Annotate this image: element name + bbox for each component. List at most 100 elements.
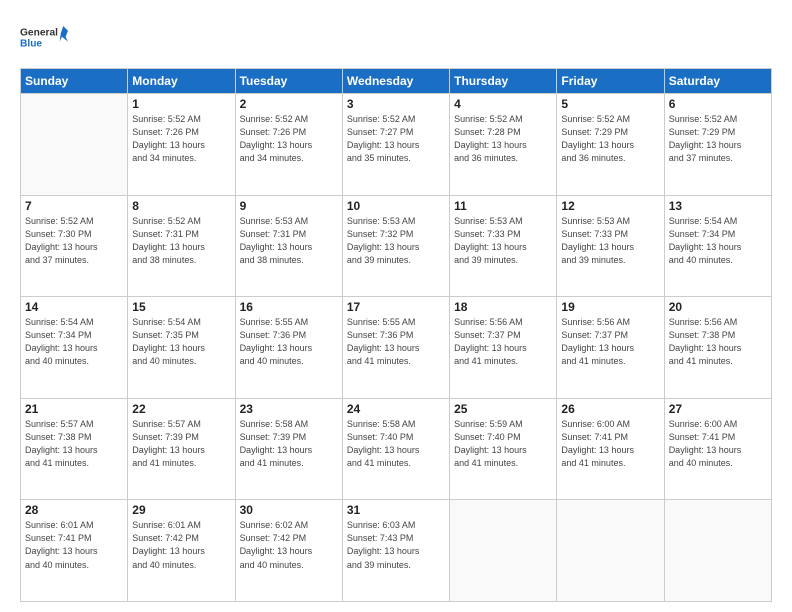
calendar-cell: 21 Sunrise: 5:57 AM Sunset: 7:38 PM Dayli… — [21, 398, 128, 500]
day-number: 28 — [25, 503, 123, 517]
day-number: 23 — [240, 402, 338, 416]
calendar-cell: 11 Sunrise: 5:53 AM Sunset: 7:33 PM Dayli… — [450, 195, 557, 297]
calendar-cell: 14 Sunrise: 5:54 AM Sunset: 7:34 PM Dayli… — [21, 297, 128, 399]
calendar-cell: 17 Sunrise: 5:55 AM Sunset: 7:36 PM Dayli… — [342, 297, 449, 399]
calendar-header-row: SundayMondayTuesdayWednesdayThursdayFrid… — [21, 69, 772, 94]
day-number: 13 — [669, 199, 767, 213]
calendar-cell: 2 Sunrise: 5:52 AM Sunset: 7:26 PM Daylig… — [235, 94, 342, 196]
weekday-header-monday: Monday — [128, 69, 235, 94]
day-number: 24 — [347, 402, 445, 416]
calendar-cell: 22 Sunrise: 5:57 AM Sunset: 7:39 PM Dayli… — [128, 398, 235, 500]
day-info: Sunrise: 5:56 AM Sunset: 7:37 PM Dayligh… — [454, 316, 552, 368]
calendar-cell: 31Sunrise: 6:03 AM Sunset: 7:43 PM Dayli… — [342, 500, 449, 602]
calendar-cell: 20 Sunrise: 5:56 AM Sunset: 7:38 PM Dayli… — [664, 297, 771, 399]
svg-text:Blue: Blue — [20, 38, 42, 49]
day-info: Sunrise: 5:53 AM Sunset: 7:33 PM Dayligh… — [454, 215, 552, 267]
calendar-cell: 23 Sunrise: 5:58 AM Sunset: 7:39 PM Dayli… — [235, 398, 342, 500]
day-info: Sunrise: 5:55 AM Sunset: 7:36 PM Dayligh… — [240, 316, 338, 368]
day-info: Sunrise: 5:52 AM Sunset: 7:26 PM Dayligh… — [240, 113, 338, 165]
day-info: Sunrise: 6:02 AM Sunset: 7:42 PM Dayligh… — [240, 519, 338, 571]
calendar-cell: 28Sunrise: 6:01 AM Sunset: 7:41 PM Dayli… — [21, 500, 128, 602]
day-number: 3 — [347, 97, 445, 111]
calendar-week-1: 1 Sunrise: 5:52 AM Sunset: 7:26 PM Daylig… — [21, 94, 772, 196]
calendar-week-3: 14 Sunrise: 5:54 AM Sunset: 7:34 PM Dayli… — [21, 297, 772, 399]
day-info: Sunrise: 5:57 AM Sunset: 7:39 PM Dayligh… — [132, 418, 230, 470]
calendar-cell: 12 Sunrise: 5:53 AM Sunset: 7:33 PM Dayli… — [557, 195, 664, 297]
day-info: Sunrise: 5:53 AM Sunset: 7:31 PM Dayligh… — [240, 215, 338, 267]
day-number: 18 — [454, 300, 552, 314]
logo-svg: General Blue — [20, 18, 68, 58]
day-number: 5 — [561, 97, 659, 111]
day-info: Sunrise: 5:54 AM Sunset: 7:35 PM Dayligh… — [132, 316, 230, 368]
day-info: Sunrise: 6:00 AM Sunset: 7:41 PM Dayligh… — [561, 418, 659, 470]
day-number: 30 — [240, 503, 338, 517]
day-number: 17 — [347, 300, 445, 314]
day-info: Sunrise: 5:54 AM Sunset: 7:34 PM Dayligh… — [669, 215, 767, 267]
calendar-cell — [21, 94, 128, 196]
day-number: 8 — [132, 199, 230, 213]
weekday-header-saturday: Saturday — [664, 69, 771, 94]
calendar-cell: 18 Sunrise: 5:56 AM Sunset: 7:37 PM Dayli… — [450, 297, 557, 399]
day-number: 2 — [240, 97, 338, 111]
calendar-cell: 19 Sunrise: 5:56 AM Sunset: 7:37 PM Dayli… — [557, 297, 664, 399]
header: General Blue — [20, 18, 772, 58]
calendar-cell: 8Sunrise: 5:52 AM Sunset: 7:31 PM Daylig… — [128, 195, 235, 297]
calendar-cell: 27 Sunrise: 6:00 AM Sunset: 7:41 PM Dayli… — [664, 398, 771, 500]
weekday-header-wednesday: Wednesday — [342, 69, 449, 94]
day-number: 21 — [25, 402, 123, 416]
calendar-cell: 26 Sunrise: 6:00 AM Sunset: 7:41 PM Dayli… — [557, 398, 664, 500]
calendar-cell: 9Sunrise: 5:53 AM Sunset: 7:31 PM Daylig… — [235, 195, 342, 297]
day-number: 26 — [561, 402, 659, 416]
day-number: 12 — [561, 199, 659, 213]
calendar-cell — [557, 500, 664, 602]
weekday-header-tuesday: Tuesday — [235, 69, 342, 94]
day-info: Sunrise: 5:54 AM Sunset: 7:34 PM Dayligh… — [25, 316, 123, 368]
page: General Blue SundayMondayTuesdayWednesda… — [0, 0, 792, 612]
day-info: Sunrise: 5:53 AM Sunset: 7:32 PM Dayligh… — [347, 215, 445, 267]
day-number: 29 — [132, 503, 230, 517]
day-number: 27 — [669, 402, 767, 416]
day-info: Sunrise: 5:53 AM Sunset: 7:33 PM Dayligh… — [561, 215, 659, 267]
day-number: 11 — [454, 199, 552, 213]
calendar-cell: 30 Sunrise: 6:02 AM Sunset: 7:42 PM Dayli… — [235, 500, 342, 602]
calendar-cell: 3 Sunrise: 5:52 AM Sunset: 7:27 PM Daylig… — [342, 94, 449, 196]
weekday-header-thursday: Thursday — [450, 69, 557, 94]
day-number: 6 — [669, 97, 767, 111]
day-number: 14 — [25, 300, 123, 314]
calendar-week-5: 28Sunrise: 6:01 AM Sunset: 7:41 PM Dayli… — [21, 500, 772, 602]
calendar-cell: 24 Sunrise: 5:58 AM Sunset: 7:40 PM Dayli… — [342, 398, 449, 500]
calendar-cell: 5Sunrise: 5:52 AM Sunset: 7:29 PM Daylig… — [557, 94, 664, 196]
calendar-cell — [450, 500, 557, 602]
calendar-cell: 15Sunrise: 5:54 AM Sunset: 7:35 PM Dayli… — [128, 297, 235, 399]
calendar-cell: 7Sunrise: 5:52 AM Sunset: 7:30 PM Daylig… — [21, 195, 128, 297]
day-info: Sunrise: 5:52 AM Sunset: 7:26 PM Dayligh… — [132, 113, 230, 165]
day-info: Sunrise: 5:56 AM Sunset: 7:38 PM Dayligh… — [669, 316, 767, 368]
day-number: 22 — [132, 402, 230, 416]
day-info: Sunrise: 5:52 AM Sunset: 7:27 PM Dayligh… — [347, 113, 445, 165]
day-info: Sunrise: 5:58 AM Sunset: 7:39 PM Dayligh… — [240, 418, 338, 470]
day-number: 10 — [347, 199, 445, 213]
logo: General Blue — [20, 18, 68, 58]
day-info: Sunrise: 5:55 AM Sunset: 7:36 PM Dayligh… — [347, 316, 445, 368]
calendar-cell: 10 Sunrise: 5:53 AM Sunset: 7:32 PM Dayli… — [342, 195, 449, 297]
weekday-header-sunday: Sunday — [21, 69, 128, 94]
day-info: Sunrise: 5:58 AM Sunset: 7:40 PM Dayligh… — [347, 418, 445, 470]
day-number: 1 — [132, 97, 230, 111]
weekday-header-friday: Friday — [557, 69, 664, 94]
calendar-week-2: 7Sunrise: 5:52 AM Sunset: 7:30 PM Daylig… — [21, 195, 772, 297]
day-number: 25 — [454, 402, 552, 416]
day-info: Sunrise: 6:00 AM Sunset: 7:41 PM Dayligh… — [669, 418, 767, 470]
calendar-cell — [664, 500, 771, 602]
calendar-body: 1 Sunrise: 5:52 AM Sunset: 7:26 PM Daylig… — [21, 94, 772, 602]
day-info: Sunrise: 5:52 AM Sunset: 7:29 PM Dayligh… — [669, 113, 767, 165]
day-number: 19 — [561, 300, 659, 314]
day-number: 4 — [454, 97, 552, 111]
calendar-table: SundayMondayTuesdayWednesdayThursdayFrid… — [20, 68, 772, 602]
day-info: Sunrise: 5:59 AM Sunset: 7:40 PM Dayligh… — [454, 418, 552, 470]
day-number: 16 — [240, 300, 338, 314]
day-info: Sunrise: 5:57 AM Sunset: 7:38 PM Dayligh… — [25, 418, 123, 470]
day-number: 20 — [669, 300, 767, 314]
day-info: Sunrise: 5:56 AM Sunset: 7:37 PM Dayligh… — [561, 316, 659, 368]
day-info: Sunrise: 5:52 AM Sunset: 7:28 PM Dayligh… — [454, 113, 552, 165]
calendar-cell: 16 Sunrise: 5:55 AM Sunset: 7:36 PM Dayli… — [235, 297, 342, 399]
